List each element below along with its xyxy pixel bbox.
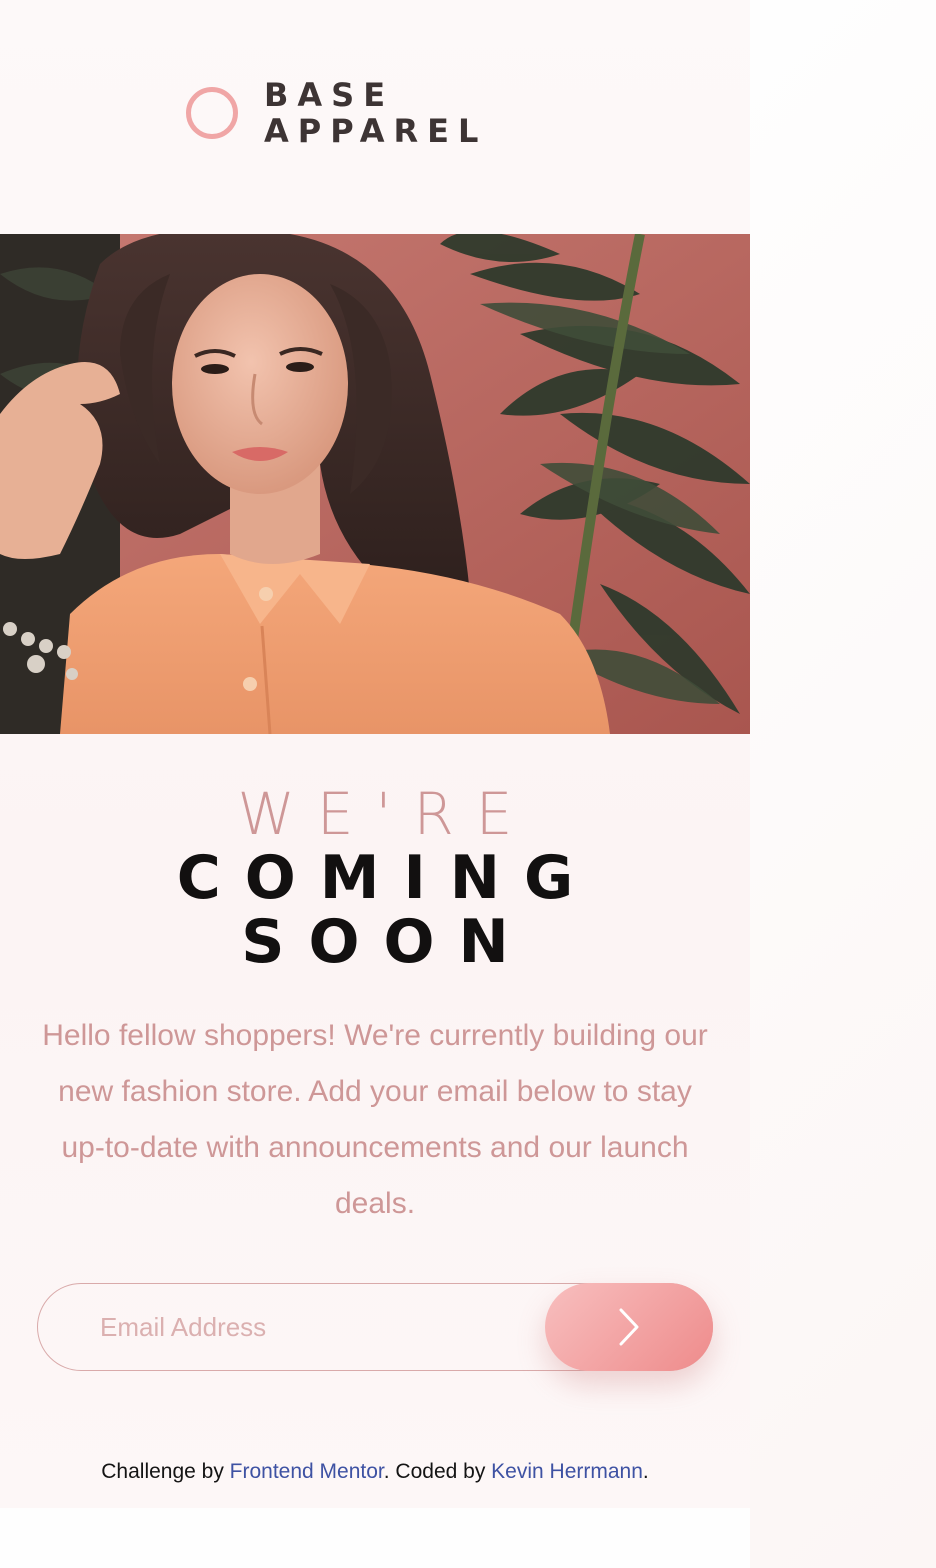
attribution-footer: Challenge by Frontend Mentor. Coded by K… <box>0 1460 750 1484</box>
hero-photo <box>0 234 750 734</box>
chevron-right-icon <box>619 1308 639 1346</box>
description-text: Hello fellow shoppers! We're currently b… <box>42 1019 708 1220</box>
headline-line3: SOON <box>241 907 533 977</box>
brand-name-line1: BASE <box>264 76 395 114</box>
page-container <box>0 0 750 1508</box>
submit-button[interactable] <box>545 1283 713 1371</box>
page-headline: WE'RE COMING SOON <box>0 782 750 974</box>
background-right <box>750 0 936 1568</box>
background-bottom <box>0 1508 750 1568</box>
footer-suffix: . <box>642 1460 649 1483</box>
frontend-mentor-link[interactable]: Frontend Mentor <box>230 1460 384 1483</box>
headline-line1: WE'RE <box>237 780 535 848</box>
footer-middle: . Coded by <box>383 1460 492 1483</box>
hero-photo-illustration <box>0 234 750 734</box>
footer-prefix: Challenge by <box>101 1460 230 1483</box>
ring-icon <box>186 87 238 139</box>
brand-logo[interactable]: BASE APPAREL <box>186 77 487 149</box>
brand-name: BASE APPAREL <box>264 77 487 149</box>
brand-name-line2: APPAREL <box>264 112 488 150</box>
email-signup-form <box>37 1283 713 1371</box>
author-link[interactable]: Kevin Herrmann <box>491 1460 643 1483</box>
headline-line2: COMING <box>176 843 598 913</box>
